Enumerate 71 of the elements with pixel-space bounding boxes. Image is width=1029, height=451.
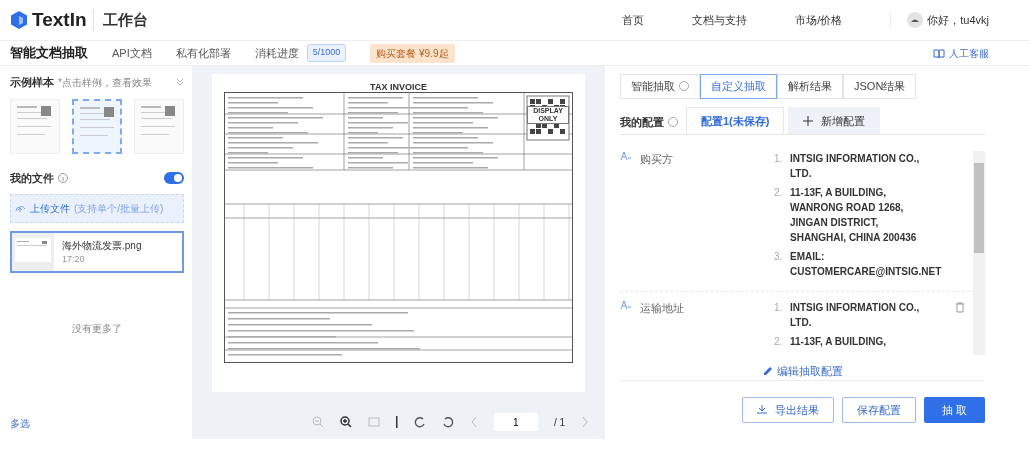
list-number: 1. (774, 301, 784, 315)
file-thumbnail-drawing (12, 233, 54, 271)
info-icon[interactable] (58, 172, 68, 183)
field-value: INTSIG INFORMATION CO., LTD. (790, 152, 921, 181)
extract-button[interactable]: 抽 取 (923, 396, 985, 423)
cursor-icon (395, 416, 398, 428)
support-link[interactable]: 人工客服 (933, 45, 989, 61)
zoom-in-icon[interactable] (339, 416, 352, 428)
delete-icon[interactable] (955, 302, 965, 313)
file-name: 海外物流发票.png (62, 238, 142, 253)
multi-select-link[interactable]: 多选 (10, 416, 30, 431)
list-number: 2. (774, 335, 784, 349)
list-number: 2. (774, 186, 784, 200)
field-name: 购买方 (640, 152, 673, 167)
promo-badge[interactable]: 购买套餐 ¥9.9起 (370, 43, 455, 63)
field-value: 11-13F, A BUILDING, WANRONG ROAD 1268, JINGAN DISTRICT, SHANGHAI, CHINA 200436 (790, 186, 918, 245)
download-icon (756, 405, 767, 415)
zoom-out-icon[interactable] (311, 416, 324, 428)
result-tab[interactable]: 自定义抽取 (700, 74, 777, 99)
nav-link[interactable]: 首页 (622, 11, 645, 29)
next-page-icon[interactable] (581, 416, 589, 428)
upload-button[interactable]: 上传文件 (支持单个/批量上传) (10, 194, 184, 223)
edit-config-link[interactable]: 编辑抽取配置 (762, 363, 843, 380)
page-input[interactable]: 1 (493, 413, 538, 431)
scrollbar[interactable] (973, 151, 985, 355)
nav-tab[interactable]: 私有化部署 (175, 44, 231, 62)
add-config-tab[interactable]: 新增配置 (788, 106, 881, 134)
logo-icon (10, 10, 28, 30)
config-tab[interactable]: 配置1(未保存) (686, 106, 785, 134)
text-field-icon (620, 151, 632, 161)
result-tab[interactable]: 解析结果 (777, 74, 843, 99)
section-title: 示例样本 (10, 75, 54, 90)
field-name: 运输地址 (640, 301, 684, 316)
fit-icon[interactable] (367, 416, 380, 428)
config-label: 我的配置 (620, 114, 664, 130)
nav-tab[interactable]: API文档 (112, 44, 152, 62)
nav-tab[interactable]: 智能文档抽取 (10, 43, 88, 63)
list-number: 1. (774, 152, 784, 166)
book-icon (933, 47, 945, 59)
avatar-icon[interactable] (907, 12, 924, 28)
logo-text: TextIn (32, 7, 87, 32)
file-card[interactable]: 海外物流发票.png 17:20 (10, 231, 184, 273)
file-time: 17:20 (62, 252, 86, 266)
rotate-right-icon[interactable] (441, 416, 454, 428)
document-title: TAX INVOICE (369, 82, 428, 92)
usage-count: 5/1000 (306, 44, 347, 62)
plus-icon (803, 115, 814, 126)
list-number: 3. (774, 250, 784, 264)
workspace-title: 工作台 (92, 8, 148, 32)
nav-link[interactable]: 市场/价格 (795, 11, 843, 29)
save-config-button[interactable]: 保存配置 (841, 396, 916, 423)
export-button[interactable]: 导出结果 (741, 396, 834, 423)
rotate-left-icon[interactable] (413, 416, 426, 428)
previous-page-icon[interactable] (469, 416, 478, 428)
field-value: 11-13F, A BUILDING, (790, 335, 886, 349)
end-of-list-text: 没有更多了 (71, 322, 123, 336)
pencil-icon (762, 366, 773, 377)
field-value: INTSIG INFORMATION CO., LTD. (790, 301, 921, 330)
text-field-icon (620, 300, 632, 310)
result-tab[interactable]: 智能抽取 (620, 74, 700, 99)
user-name: 你好，tu4vkj (927, 12, 989, 28)
page-total: / 1 (553, 415, 565, 430)
result-tab[interactable]: JSON结果 (843, 74, 917, 99)
hint-text: *点击样例，查看效果 (58, 75, 152, 90)
sample-thumbnail[interactable] (72, 98, 122, 154)
usage-label: 消耗进度 (254, 45, 299, 61)
field-value: EMAIL: CUSTOMERCARE@INTSIG.NET (790, 250, 942, 279)
toggle-switch[interactable] (164, 171, 184, 184)
collapse-icon[interactable] (176, 78, 184, 87)
section-title: 我的文件 (10, 170, 54, 186)
nav-link[interactable]: 文档与支持 (692, 11, 748, 29)
